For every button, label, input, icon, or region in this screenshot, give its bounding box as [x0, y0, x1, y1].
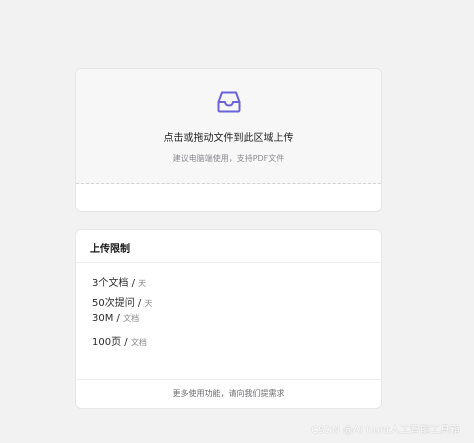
inbox-icon: [217, 91, 241, 113]
limit-value: 3个文档: [92, 278, 129, 289]
limit-separator: /: [131, 278, 135, 289]
upload-title: 点击或拖动文件到此区域上传: [163, 133, 294, 144]
limit-separator: /: [137, 297, 142, 309]
limit-item: 3个文档 / 天: [92, 274, 152, 294]
feature-request-note: 更多使用功能，请向我们提需求: [76, 379, 381, 408]
limit-item: 30M / 文档: [92, 313, 152, 333]
limit-unit: 文档: [123, 314, 140, 323]
upload-card: 点击或拖动文件到此区域上传 建议电脑端使用，支持PDF文件: [75, 68, 382, 212]
limits-list: 3个文档 / 天 50次提问 / 天 30M / 文档 100页 / 文档: [92, 274, 152, 352]
upload-hint: 建议电脑端使用，支持PDF文件: [172, 154, 285, 163]
limit-value: 50次提问: [92, 297, 135, 309]
limit-unit: 天: [138, 279, 147, 288]
watermark: CSDN @AI Hunt人工智能工具箱: [311, 425, 460, 436]
limit-value: 30M: [92, 313, 114, 324]
upload-limits-card: 上传限制 3个文档 / 天 50次提问 / 天 30M / 文档 100页 / …: [75, 229, 382, 409]
limit-unit: 天: [144, 298, 153, 308]
limit-separator: /: [116, 313, 120, 324]
limit-item: 100页 / 文档: [92, 333, 152, 353]
limit-unit: 文档: [130, 337, 147, 347]
limit-item: 50次提问 / 天: [92, 294, 152, 314]
limit-separator: /: [124, 336, 128, 348]
limit-value: 100页: [92, 336, 122, 348]
limits-header: 上传限制: [76, 230, 381, 263]
upload-dropzone[interactable]: 点击或拖动文件到此区域上传 建议电脑端使用，支持PDF文件: [76, 69, 381, 184]
limits-title: 上传限制: [90, 244, 130, 255]
